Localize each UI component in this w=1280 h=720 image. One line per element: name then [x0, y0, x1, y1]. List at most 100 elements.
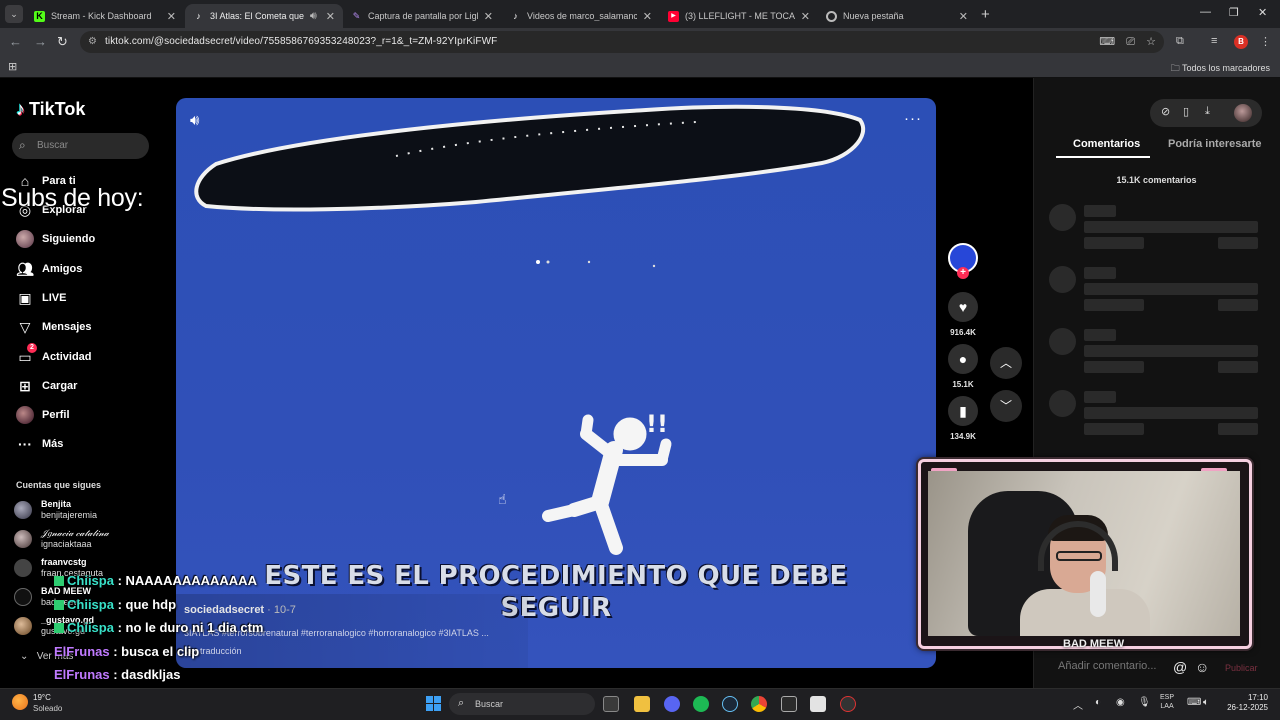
- discord-icon[interactable]: [664, 696, 680, 712]
- nav-live[interactable]: ▣ LIVE: [16, 287, 66, 309]
- tab-tiktok-video[interactable]: ♪ 3I Atlas: El Cometa que Tra 🔊︎ ✕: [185, 4, 343, 28]
- chrome-icon: [826, 10, 837, 22]
- app-icon[interactable]: [810, 696, 826, 712]
- taskbar-search[interactable]: ⌕ Buscar: [449, 693, 595, 715]
- tab-tiktok-videos[interactable]: ♪ Videos de marco_salamanca (@ ✕: [502, 4, 660, 28]
- keyboard-language[interactable]: ESP LAA: [1160, 693, 1174, 711]
- chevron-up-icon: ︿: [999, 356, 1012, 370]
- phone-icon[interactable]: ▯: [1183, 105, 1189, 118]
- windows-start-icon[interactable]: [426, 696, 441, 711]
- spotify-icon[interactable]: [693, 696, 709, 712]
- bookmark-star-icon[interactable]: ☆: [1146, 36, 1156, 48]
- tray-app-icon[interactable]: ◐: [1095, 697, 1101, 708]
- close-icon[interactable]: ✕: [959, 10, 968, 23]
- task-view-icon[interactable]: [603, 696, 619, 712]
- speaker-icon[interactable]: 🔊︎: [310, 10, 317, 23]
- volume-icon[interactable]: 🔊︎: [190, 112, 199, 129]
- weather-description[interactable]: Soleado: [33, 704, 62, 713]
- url-text[interactable]: tiktok.com/@sociedadsecret/video/7558586…: [105, 36, 497, 47]
- like-button[interactable]: ♥: [948, 292, 978, 322]
- comment-icon: ●: [958, 351, 968, 367]
- close-icon[interactable]: ✕: [643, 10, 652, 23]
- app-icon[interactable]: [840, 696, 856, 712]
- avatar: [14, 588, 32, 606]
- tab-new[interactable]: Nueva pestaña ✕: [818, 4, 976, 28]
- tray-chevron-up-icon[interactable]: ︿: [1073, 697, 1083, 712]
- close-icon[interactable]: ✕: [167, 10, 176, 23]
- tab-search-icon[interactable]: ⌄: [5, 5, 23, 23]
- maximize-button[interactable]: ❐: [1229, 6, 1239, 19]
- chat-message: ElFrunas : dasdkljas: [54, 667, 181, 682]
- tray-app-icon[interactable]: ◉: [1116, 697, 1125, 708]
- webcam-feed: [928, 471, 1240, 636]
- compass-icon[interactable]: ⊘: [1161, 105, 1170, 118]
- nav-siguiendo[interactable]: Siguiendo: [16, 228, 95, 250]
- post-button[interactable]: Publicar: [1225, 663, 1258, 673]
- site-info-icon[interactable]: ⚙: [88, 36, 97, 47]
- media-control-icon[interactable]: ≡: [1211, 35, 1217, 47]
- save-button[interactable]: ▮: [948, 396, 978, 426]
- following-account[interactable]: Benjita benjitajeremia: [14, 498, 97, 522]
- nav-cargar[interactable]: ⊞ Cargar: [16, 375, 77, 397]
- nav-perfil[interactable]: Perfil: [16, 404, 70, 426]
- nav-mensajes[interactable]: ▽ Mensajes: [16, 316, 92, 338]
- apps-grid-icon[interactable]: ⊞: [8, 60, 17, 73]
- video-author[interactable]: sociedadsecret · 10-7: [184, 604, 296, 616]
- download-icon[interactable]: ⤓: [1205, 105, 1210, 118]
- nav-amigos[interactable]: 👥︎ Amigos: [16, 258, 82, 280]
- tab-comentarios[interactable]: Comentarios: [1073, 138, 1140, 150]
- tab-lightshot[interactable]: ✎ Captura de pantalla por Lightsh ✕: [343, 4, 501, 28]
- reload-icon[interactable]: ↻: [57, 34, 68, 50]
- kick-icon: K: [34, 10, 45, 22]
- hand-cursor-icon: ☝︎: [498, 491, 507, 507]
- weather-sun-icon[interactable]: [12, 694, 28, 710]
- all-bookmarks[interactable]: 🗀︎ Todos los marcadores: [1171, 61, 1270, 77]
- network-icon[interactable]: ⌨: [1187, 697, 1201, 708]
- following-account[interactable]: 𝒥𝑔𝓃𝒶𝒸𝒾𝒶 𝒸𝒶𝓉𝒶𝓁𝒾𝓃𝒶 ignaciaktaaa: [14, 527, 109, 551]
- steam-icon[interactable]: [722, 696, 738, 712]
- tiktok-icon: ♪: [196, 10, 201, 21]
- translate-icon[interactable]: ⌨: [1099, 36, 1115, 48]
- nav-mas[interactable]: ··· Más: [16, 433, 63, 455]
- close-window-button[interactable]: ✕: [1258, 6, 1267, 19]
- chrome-menu-icon[interactable]: ⋮: [1260, 35, 1271, 48]
- microphone-icon[interactable]: 🎙︎: [1138, 697, 1151, 708]
- chrome-icon[interactable]: [751, 696, 767, 712]
- app-icon[interactable]: [781, 696, 797, 712]
- volume-icon[interactable]: 🔈︎: [1203, 697, 1209, 708]
- back-icon[interactable]: ←: [9, 34, 22, 49]
- skeleton-line: [1218, 361, 1258, 373]
- file-explorer-icon[interactable]: [634, 696, 650, 712]
- close-icon[interactable]: ✕: [326, 10, 335, 23]
- close-icon[interactable]: ✕: [484, 10, 493, 23]
- url-bar[interactable]: ⚙ tiktok.com/@sociedadsecret/video/75585…: [80, 31, 1164, 53]
- extensions-icon[interactable]: ⧉: [1176, 35, 1184, 48]
- close-icon[interactable]: ✕: [801, 10, 810, 23]
- browser-profile-avatar[interactable]: B: [1234, 35, 1248, 49]
- more-options-icon[interactable]: ···: [904, 110, 922, 127]
- address-toolbar: ← → ↻ ⚙ tiktok.com/@sociedadsecret/video…: [0, 28, 1280, 56]
- comment-button[interactable]: ●: [948, 344, 978, 374]
- user-avatar[interactable]: [1234, 104, 1252, 122]
- search-input[interactable]: ⌕ Buscar: [12, 133, 149, 159]
- comment-input[interactable]: Añadir comentario...: [1058, 660, 1156, 672]
- taskbar-clock[interactable]: 17:10 26-12-2025: [1222, 693, 1268, 713]
- previous-video-button[interactable]: ︿: [990, 347, 1022, 379]
- minimize-button[interactable]: —: [1200, 6, 1211, 18]
- tab-youtube[interactable]: ▶ (3) LLEFLIGHT - ME TOCA A MÍ ✕: [660, 4, 818, 28]
- follow-plus-icon[interactable]: +: [957, 267, 969, 279]
- profile-avatar-icon: [16, 406, 34, 424]
- cast-icon[interactable]: ⎚: [1126, 36, 1135, 48]
- tiktok-logo[interactable]: ♪ TikTok: [16, 99, 85, 120]
- emoji-icon[interactable]: ☺: [1195, 659, 1209, 675]
- new-tab-button[interactable]: +: [981, 6, 990, 23]
- next-video-button[interactable]: ﹀: [990, 390, 1022, 422]
- skeleton-line: [1084, 423, 1144, 435]
- tab-kick[interactable]: K Stream - Kick Dashboard ✕: [26, 4, 184, 28]
- tab-podria-interesarte[interactable]: Podría interesarte: [1168, 138, 1262, 150]
- forward-icon[interactable]: →: [34, 34, 47, 49]
- nav-actividad[interactable]: ▭ 2 Actividad: [16, 342, 92, 368]
- video-player[interactable]: !! 🔊︎ ··· ESTE ES EL PROCEDIMIENTO QUE D…: [176, 98, 936, 668]
- mention-icon[interactable]: @: [1173, 659, 1187, 675]
- weather-temperature[interactable]: 19°C: [33, 693, 51, 702]
